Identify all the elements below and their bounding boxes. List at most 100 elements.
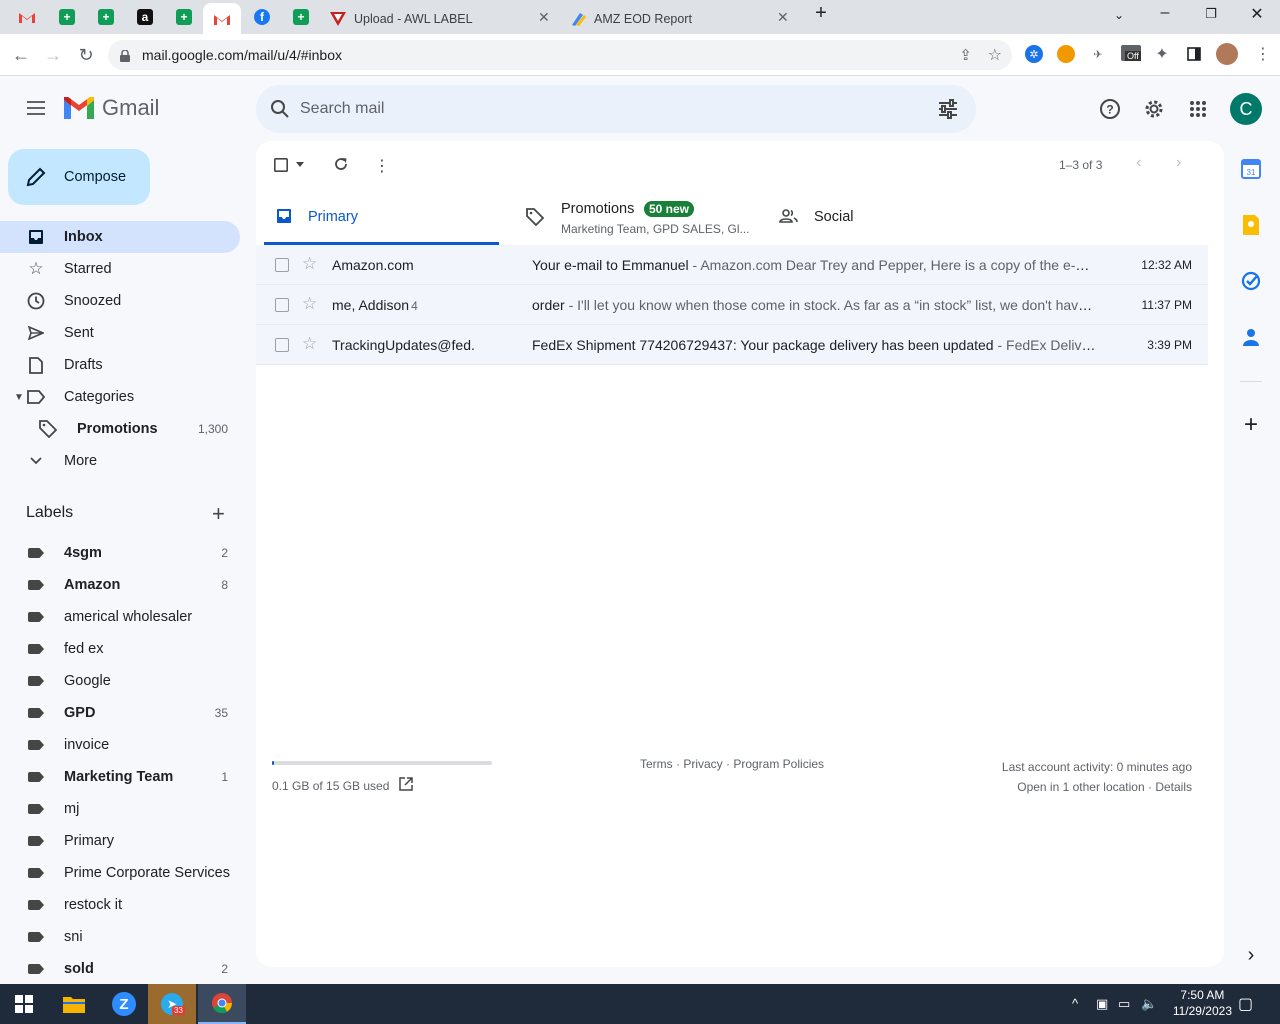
address-bar[interactable]: mail.google.com/mail/u/4/#inbox ⇪ ☆ [108,40,1012,70]
meet-now-icon[interactable]: ▣ [1096,996,1108,1012]
gmail-active-tab-icon[interactable] [203,3,241,34]
more-options-icon[interactable]: ⋮ [374,156,390,176]
label-item[interactable]: invoice [0,729,240,761]
label-item[interactable]: fed ex [0,633,240,665]
search-input[interactable]: Search mail [300,100,384,118]
google-apps-icon[interactable] [1184,95,1212,123]
telegram-app-icon[interactable]: ➤ 33 [148,984,196,1024]
network-icon[interactable]: ▭ [1118,996,1130,1012]
label-item[interactable]: sold 2 [0,953,240,985]
tray-overflow-caret-icon[interactable]: ^ [1072,996,1078,1011]
tab-amz-eod-report[interactable]: AMZ EOD Report [570,3,798,34]
tasks-icon[interactable] [1240,270,1262,292]
label-item[interactable]: Google [0,665,240,697]
label-item[interactable]: GPD 35 [0,697,240,729]
email-row[interactable]: ☆ TrackingUpdates@fed. FedEx Shipment 7742… [256,325,1208,365]
select-all-checkbox[interactable] [274,158,288,172]
calendar-icon[interactable]: 31 [1240,158,1262,180]
extension-icon[interactable]: ✈ [1089,45,1107,63]
label-item[interactable]: Primary [0,825,240,857]
other-location-details-link[interactable]: Open in 1 other location · Details [1002,777,1192,797]
sheets-tab-icon[interactable]: + [173,6,195,28]
kebab-menu-icon[interactable]: ⋮ [1254,45,1272,63]
settings-gear-icon[interactable] [1140,95,1168,123]
restore-icon[interactable]: ❐ [1196,6,1226,22]
close-tab-icon[interactable]: ✕ [777,9,789,26]
sidebar-item-starred[interactable]: ☆ Starred [0,253,240,285]
email-row[interactable]: ☆ me, Addison 4 order - I'll let you know w… [256,285,1208,325]
sidebar-item-sent[interactable]: Sent [0,317,240,349]
windows-start-icon[interactable] [0,984,48,1024]
row-checkbox[interactable] [275,298,289,312]
minimize-icon[interactable]: – [1150,4,1180,22]
gmail-logo[interactable]: Gmail [64,95,159,121]
star-icon[interactable]: ☆ [302,334,317,354]
bookmark-star-icon[interactable]: ☆ [988,45,1002,65]
tab-social[interactable]: Social [769,191,1021,245]
select-menu-caret-icon[interactable] [296,162,304,167]
search-bar[interactable]: Search mail [256,85,976,133]
new-tab-button[interactable]: + [806,2,836,25]
extension-icon[interactable]: ✲ [1025,45,1043,63]
newer-page-icon[interactable]: ‹ [1136,154,1141,172]
notifications-icon[interactable]: ▢ [1238,994,1253,1014]
get-addons-plus-icon[interactable]: + [1240,411,1262,438]
sidebar-item-promotions[interactable]: Promotions 1,300 [0,413,240,445]
label-item[interactable]: americal wholesaler [0,601,240,633]
sidebar-item-drafts[interactable]: Drafts [0,349,240,381]
reload-icon[interactable]: ↻ [73,42,99,68]
email-row[interactable]: ☆ Amazon.com Your e-mail to Emmanuel - Ama… [256,245,1208,285]
label-item[interactable]: Marketing Team 1 [0,761,240,793]
caret-down-icon[interactable]: ▼ [14,392,24,403]
account-avatar[interactable]: C [1230,93,1262,125]
sidebar-item-snoozed[interactable]: Snoozed [0,285,240,317]
profile-avatar[interactable] [1216,43,1238,65]
close-window-icon[interactable]: ✕ [1242,4,1272,24]
tab-awl-label[interactable]: Upload - AWL LABEL [330,3,558,34]
tab-primary[interactable]: Primary [264,191,499,245]
tab-search-icon[interactable]: ⌄ [1104,8,1134,22]
label-item[interactable]: mj [0,793,240,825]
sheets-tab-icon[interactable]: + [290,6,312,28]
label-item[interactable]: sni [0,921,240,953]
search-icon[interactable] [270,99,290,124]
star-icon[interactable]: ☆ [302,254,317,274]
forward-icon[interactable]: → [40,42,66,68]
sidebar-item-categories[interactable]: ▼ Categories [0,381,240,413]
row-checkbox[interactable] [275,258,289,272]
close-tab-icon[interactable]: ✕ [538,9,550,26]
row-checkbox[interactable] [275,338,289,352]
label-item[interactable]: Prime Corporate Services [0,857,240,889]
open-in-new-icon[interactable] [399,777,414,794]
keep-icon[interactable] [1240,214,1262,236]
extension-off-icon[interactable]: Off [1121,45,1141,61]
back-icon[interactable]: ← [8,42,34,68]
amazon-tab-icon[interactable]: a [134,6,156,28]
volume-icon[interactable]: 🔈 [1141,996,1157,1012]
compose-button[interactable]: Compose [8,149,150,205]
share-icon[interactable]: ⇪ [959,46,972,64]
facebook-tab-icon[interactable]: f [251,6,273,28]
sheets-tab-icon[interactable]: + [56,6,78,28]
star-icon[interactable]: ☆ [302,294,317,314]
help-icon[interactable]: ? [1096,95,1124,123]
sheets-tab-icon[interactable]: + [95,6,117,28]
extension-icon[interactable] [1057,45,1075,63]
older-page-icon[interactable]: › [1176,154,1181,172]
show-side-panel-chevron-icon[interactable]: › [1240,944,1262,966]
taskbar-clock[interactable]: 7:50 AM 11/29/2023 [1173,987,1232,1019]
puzzle-icon[interactable]: ✦ [1153,45,1171,63]
refresh-icon[interactable] [333,156,349,172]
main-menu-icon[interactable] [20,92,52,124]
label-item[interactable]: Amazon 8 [0,569,240,601]
side-panel-icon[interactable] [1185,45,1203,63]
gmail-tab-icon[interactable] [16,6,38,28]
label-item[interactable]: restock it [0,889,240,921]
zoom-app-icon[interactable]: Z [100,984,148,1024]
search-options-icon[interactable] [938,99,958,124]
tab-promotions[interactable]: Promotions 50 new Marketing Team, GPD SA… [516,191,768,245]
chrome-app-icon[interactable] [198,984,246,1024]
contacts-icon[interactable] [1240,326,1262,348]
add-label-icon[interactable]: + [212,503,225,525]
sidebar-item-more[interactable]: More [0,445,240,477]
